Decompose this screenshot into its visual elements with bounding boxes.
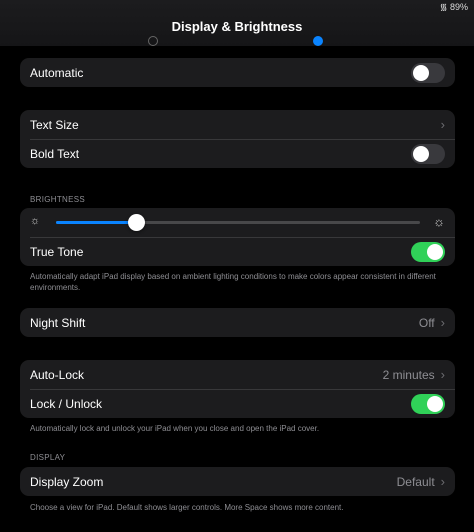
brightness-slider-thumb[interactable] xyxy=(128,214,145,231)
lock-unlock-row[interactable]: Lock / Unlock xyxy=(20,389,455,418)
text-size-row[interactable]: Text Size › xyxy=(20,110,455,139)
lock-unlock-label: Lock / Unlock xyxy=(30,396,103,411)
brightness-slider[interactable] xyxy=(56,214,420,231)
night-shift-group: Night Shift Off › xyxy=(20,308,455,337)
battery-percent: 89% xyxy=(449,2,468,12)
wifi-icon: ᯾ xyxy=(439,2,448,12)
dark-mode-radio[interactable] xyxy=(313,36,323,46)
display-zoom-row[interactable]: Display Zoom Default › xyxy=(20,467,455,496)
auto-lock-label: Auto-Lock xyxy=(30,367,85,382)
toggle-knob xyxy=(413,145,429,162)
display-zoom-value: Default xyxy=(396,474,435,489)
sun-small-icon: ☼ xyxy=(30,215,41,227)
navigation-bar: ᯾ 89% Display & Brightness xyxy=(0,0,474,46)
chevron-right-icon: › xyxy=(440,117,445,132)
brightness-group: ☼ ☼ True Tone xyxy=(20,208,455,266)
display-section-header: DISPLAY xyxy=(30,453,66,462)
automatic-row[interactable]: Automatic xyxy=(20,58,455,87)
night-shift-row[interactable]: Night Shift Off › xyxy=(20,308,455,337)
sun-large-icon: ☼ xyxy=(433,214,445,229)
true-tone-note: Automatically adapt iPad display based o… xyxy=(30,272,436,292)
status-bar: ᯾ 89% xyxy=(440,0,468,13)
true-tone-row[interactable]: True Tone xyxy=(20,237,455,266)
automatic-label: Automatic xyxy=(30,65,84,80)
toggle-knob xyxy=(427,243,443,260)
night-shift-label: Night Shift xyxy=(30,315,86,330)
brightness-section-header: BRIGHTNESS xyxy=(30,195,86,204)
text-size-label: Text Size xyxy=(30,117,79,132)
brightness-slider-row: ☼ ☼ xyxy=(20,208,455,237)
toggle-knob xyxy=(413,64,429,81)
brightness-slider-fill xyxy=(56,221,136,224)
bold-text-toggle[interactable] xyxy=(411,143,445,164)
true-tone-label: True Tone xyxy=(30,244,84,259)
lock-group: Auto-Lock 2 minutes › Lock / Unlock xyxy=(20,360,455,418)
display-zoom-note: Choose a view for iPad. Default shows la… xyxy=(30,503,344,512)
appearance-options-peek xyxy=(20,34,455,46)
page-title: Display & Brightness xyxy=(171,19,303,34)
lock-unlock-toggle[interactable] xyxy=(411,393,445,414)
auto-lock-value: 2 minutes xyxy=(382,367,435,382)
true-tone-toggle[interactable] xyxy=(411,241,445,262)
bold-text-row[interactable]: Bold Text xyxy=(20,139,455,168)
light-mode-radio[interactable] xyxy=(148,36,158,46)
toggle-knob xyxy=(427,395,443,412)
display-group: Display Zoom Default › xyxy=(20,467,455,496)
lock-note: Automatically lock and unlock your iPad … xyxy=(30,424,320,433)
chevron-right-icon: › xyxy=(440,367,445,382)
chevron-right-icon: › xyxy=(440,315,445,330)
night-shift-value: Off xyxy=(418,315,435,330)
text-group: Text Size › Bold Text xyxy=(20,110,455,168)
chevron-right-icon: › xyxy=(440,474,445,489)
auto-lock-row[interactable]: Auto-Lock 2 minutes › xyxy=(20,360,455,389)
bold-text-label: Bold Text xyxy=(30,146,80,161)
automatic-toggle[interactable] xyxy=(411,62,445,83)
appearance-group: Automatic xyxy=(20,58,455,87)
display-zoom-label: Display Zoom xyxy=(30,474,104,489)
